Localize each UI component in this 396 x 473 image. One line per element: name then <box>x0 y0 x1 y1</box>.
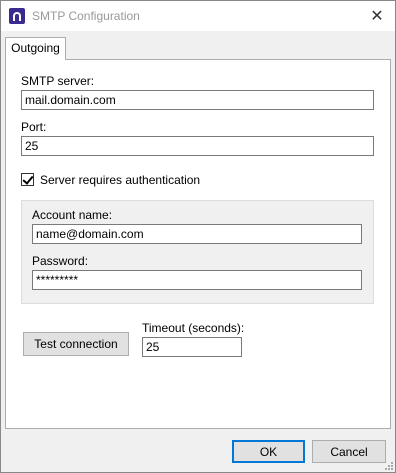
account-name-input[interactable]: name@domain.com <box>32 224 362 244</box>
password-label: Password: <box>32 254 89 268</box>
tab-outgoing[interactable]: Outgoing <box>5 37 66 60</box>
close-icon[interactable]: ✕ <box>359 1 395 31</box>
auth-checkbox[interactable] <box>21 173 34 186</box>
test-connection-button[interactable]: Test connection <box>23 332 129 356</box>
cancel-button[interactable]: Cancel <box>312 440 386 463</box>
timeout-label: Timeout (seconds): <box>142 321 245 335</box>
app-icon <box>9 8 25 24</box>
dialog-window: SMTP Configuration ✕ Outgoing SMTP serve… <box>0 0 396 473</box>
resize-grip-icon[interactable] <box>383 460 393 470</box>
port-label: Port: <box>21 120 47 134</box>
auth-checkbox-label[interactable]: Server requires authentication <box>40 173 200 187</box>
title-bar: SMTP Configuration ✕ <box>1 1 395 31</box>
password-input[interactable]: ********* <box>32 270 362 290</box>
port-input[interactable]: 25 <box>21 136 374 156</box>
smtp-server-input[interactable]: mail.domain.com <box>21 90 374 110</box>
window-title: SMTP Configuration <box>32 9 140 23</box>
account-name-label: Account name: <box>32 208 113 222</box>
ok-button[interactable]: OK <box>232 440 305 463</box>
timeout-input[interactable]: 25 <box>142 337 242 357</box>
smtp-server-label: SMTP server: <box>21 74 95 88</box>
